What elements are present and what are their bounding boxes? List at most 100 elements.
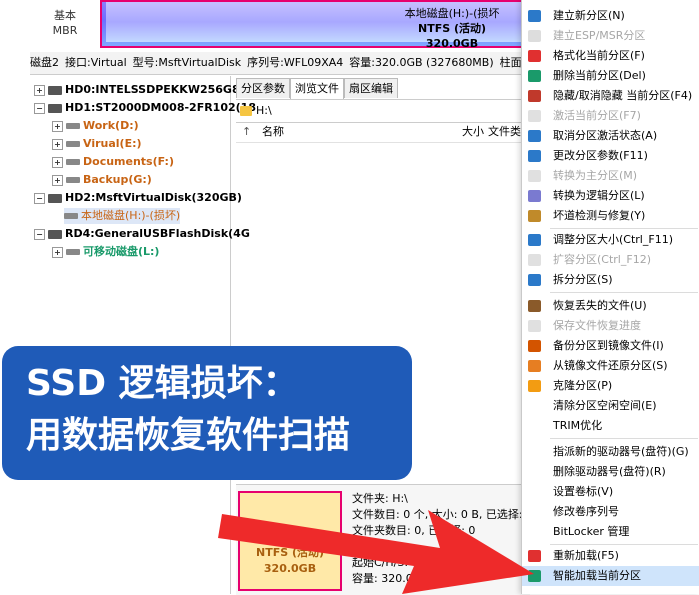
menu-item-save-progress[interactable]: 保存文件恢复进度 — [522, 316, 699, 336]
menu-item-smart-load[interactable]: 智能加载当前分区 — [522, 566, 699, 586]
partition-bar-h[interactable]: 本地磁盘(H:)-(损坏 NTFS (活动) 320.0GB — [100, 0, 530, 50]
tab-browse-files[interactable]: 浏览文件 — [290, 78, 344, 99]
tree-disk-rd4[interactable]: − RD4:GeneralUSBFlashDisk(4G — [34, 226, 250, 242]
tree-partition-work[interactable]: + Work(D:) — [52, 118, 139, 134]
menu-item-format[interactable]: 格式化当前分区(F) — [522, 46, 699, 66]
mini-partition-size: 320.0GB — [263, 562, 317, 575]
details-text: 文件夹: H:\ 文件数目: 0 个, 大小: 0 B, 已选择: 文件夹数目:… — [352, 491, 523, 587]
menu-item-extend[interactable]: 扩容分区(Ctrl_F12) — [522, 250, 699, 270]
esp-icon — [528, 30, 541, 42]
collapse-icon[interactable]: − — [34, 228, 45, 240]
params-icon — [528, 150, 541, 162]
partition-context-menu: 建立新分区(N) 建立ESP/MSR分区 格式化当前分区(F) 删除当前分区(D… — [521, 0, 699, 594]
disk-type-label: 基本 MBR — [30, 8, 100, 38]
resize-icon — [528, 234, 541, 246]
disk-model: 型号:MsftVirtualDisk — [132, 56, 242, 69]
menu-item-clone[interactable]: 克隆分区(P) — [522, 376, 699, 396]
menu-item-recover-files[interactable]: 恢复丢失的文件(U) — [522, 296, 699, 316]
menu-item-deactivate[interactable]: 取消分区激活状态(A) — [522, 126, 699, 146]
deactivate-icon — [528, 130, 541, 142]
partition-icon — [66, 177, 80, 183]
menu-item-split[interactable]: 拆分分区(S) — [522, 270, 699, 290]
expand-icon[interactable]: + — [34, 84, 45, 96]
menu-item-reload[interactable]: 重新加载(F5) — [522, 546, 699, 566]
backup-icon — [528, 340, 541, 352]
collapse-icon[interactable]: − — [34, 192, 45, 204]
menu-separator — [550, 544, 698, 545]
menu-item-bad-sector[interactable]: 坏道检测与修复(Y) — [522, 206, 699, 226]
expand-icon[interactable]: + — [52, 246, 63, 258]
column-size[interactable]: 大小 — [462, 122, 484, 142]
menu-item-activate[interactable]: 激活当前分区(F7) — [522, 106, 699, 126]
menu-separator — [550, 438, 698, 439]
format-icon — [528, 50, 541, 62]
menu-item-resize[interactable]: 调整分区大小(Ctrl_F11) — [522, 230, 699, 250]
menu-item-bitlocker[interactable]: BitLocker 管理 — [522, 522, 699, 542]
tree-disk-hd2[interactable]: − HD2:MsftVirtualDisk(320GB) — [34, 190, 242, 206]
partition-icon — [66, 159, 80, 165]
menu-item-hide-unhide[interactable]: 隐藏/取消隐藏 当前分区(F4) — [522, 86, 699, 106]
sort-up-icon: ↑ — [242, 125, 252, 138]
menu-item-create-partition[interactable]: 建立新分区(N) — [522, 6, 699, 26]
detail-start-chs: 起始C/H/S: — [352, 556, 409, 569]
disk-interface: 接口:Virtual — [65, 56, 127, 69]
menu-item-change-params[interactable]: 更改分区参数(F11) — [522, 146, 699, 166]
smart-load-icon — [528, 570, 541, 582]
expand-icon[interactable]: + — [52, 174, 63, 186]
current-path: H:\ — [256, 104, 272, 117]
left-edge-strip — [0, 0, 30, 594]
tree-partition-removable[interactable]: + 可移动磁盘(L:) — [52, 244, 159, 260]
menu-separator — [550, 292, 698, 293]
menu-item-set-label[interactable]: 设置卷标(V) — [522, 482, 699, 502]
tree-disk-hd1[interactable]: − HD1:ST2000DM008-2FR102(18 — [34, 100, 256, 116]
mini-partition-graphic: 本地磁盘(H:) NTFS (活动) 320.0GB — [238, 491, 342, 591]
menu-item-backup-image[interactable]: 备份分区到镜像文件(I) — [522, 336, 699, 356]
convert-icon — [528, 170, 541, 182]
reload-icon — [528, 550, 541, 562]
menu-item-restore-image[interactable]: 从镜像文件还原分区(S) — [522, 356, 699, 376]
partition-icon — [66, 123, 80, 129]
detail-folder: 文件夹: H:\ — [352, 492, 408, 505]
file-list-header: ↑ 名称 大小 文件类 — [236, 122, 530, 143]
folder-icon — [240, 106, 252, 116]
new-partition-icon — [528, 10, 541, 22]
menu-item-change-serial[interactable]: 修改卷序列号 — [522, 502, 699, 522]
menu-item-create-esp-msr[interactable]: 建立ESP/MSR分区 — [522, 26, 699, 46]
menu-item-convert-primary[interactable]: 转换为主分区(M) — [522, 166, 699, 186]
partition-details-panel: 本地磁盘(H:) NTFS (活动) 320.0GB 文件夹: H:\ 文件数目… — [236, 484, 530, 595]
convert-icon — [528, 190, 541, 202]
expand-icon[interactable]: + — [52, 156, 63, 168]
tree-partition-documents[interactable]: + Documents(F:) — [52, 154, 174, 170]
partition-icon — [66, 141, 80, 147]
overlay-banner: SSD 逻辑损坏： 用数据恢复软件扫描 — [2, 346, 412, 480]
menu-item-remove-letter[interactable]: 删除驱动器号(盘符)(R) — [522, 462, 699, 482]
partition-icon — [66, 249, 80, 255]
tab-sector-edit[interactable]: 扇区编辑 — [344, 78, 398, 98]
basic-text: 基本 — [54, 9, 76, 22]
hard-disk-icon — [48, 85, 62, 95]
menu-item-trim[interactable]: TRIM优化 — [522, 416, 699, 436]
tree-partition-virual[interactable]: + Virual(E:) — [52, 136, 142, 152]
banner-line-2: 用数据恢复软件扫描 — [26, 415, 351, 456]
tab-partition-params[interactable]: 分区参数 — [236, 78, 290, 98]
hide-icon — [528, 90, 541, 102]
column-name[interactable]: 名称 — [262, 122, 284, 142]
column-type[interactable]: 文件类 — [488, 122, 521, 142]
tree-partition-backup[interactable]: + Backup(G:) — [52, 172, 152, 188]
detail-file-count: 文件数目: 0 个, 大小: 0 B, 已选择: — [352, 508, 523, 521]
menu-item-delete[interactable]: 删除当前分区(Del) — [522, 66, 699, 86]
menu-item-convert-logical[interactable]: 转换为逻辑分区(L) — [522, 186, 699, 206]
detail-folder-count: 文件夹数目: 0, 已选择: 0 — [352, 524, 476, 537]
expand-icon[interactable]: + — [52, 120, 63, 132]
tree-partition-h-damaged[interactable]: 本地磁盘(H:)-(损坏) — [64, 208, 181, 224]
clone-icon — [528, 380, 541, 392]
collapse-icon[interactable]: − — [34, 102, 45, 114]
path-bar: H:\ — [236, 99, 530, 123]
delete-icon — [528, 70, 541, 82]
split-icon — [528, 274, 541, 286]
mini-partition-fs: NTFS (活动) — [255, 546, 325, 559]
menu-item-wipe-free[interactable]: 清除分区空闲空间(E) — [522, 396, 699, 416]
expand-icon[interactable]: + — [52, 138, 63, 150]
menu-item-assign-letter[interactable]: 指派新的驱动器号(盘符)(G) — [522, 442, 699, 462]
tree-disk-hd0[interactable]: + HD0:INTELSSDPEKKW256G8(2 — [34, 82, 252, 98]
